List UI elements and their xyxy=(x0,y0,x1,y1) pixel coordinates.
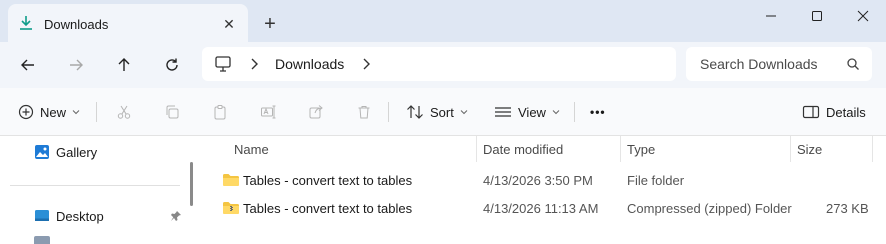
desktop-icon xyxy=(35,210,49,221)
view-list-icon xyxy=(495,107,511,117)
back-button[interactable] xyxy=(15,52,41,78)
arrow-right-icon xyxy=(70,59,83,71)
new-label: New xyxy=(40,104,67,120)
file-name: Tables - convert text to tables xyxy=(243,201,413,216)
file-type: File folder xyxy=(627,173,685,188)
arrow-left-icon xyxy=(21,59,34,71)
tab-close-button[interactable]: ✕ xyxy=(218,13,240,35)
zip-folder-icon xyxy=(222,200,240,219)
share-icon xyxy=(309,105,323,119)
new-button[interactable]: New xyxy=(18,100,80,124)
scissors-icon xyxy=(117,105,131,119)
cut-button[interactable] xyxy=(116,100,132,124)
search-icon[interactable] xyxy=(846,57,860,74)
divider xyxy=(388,102,389,122)
column-separator[interactable] xyxy=(620,136,621,162)
sidebar-item-partial-icon xyxy=(34,236,50,244)
view-button[interactable]: View xyxy=(494,100,560,124)
tab-downloads[interactable]: Downloads ✕ xyxy=(8,4,248,42)
trash-icon xyxy=(358,106,370,119)
command-bar: New Sort View ••• Details xyxy=(0,88,886,136)
refresh-icon xyxy=(166,58,178,71)
file-date: 4/13/2026 11:13 AM xyxy=(483,201,599,216)
table-row[interactable]: Tables - convert text to tables 4/13/202… xyxy=(202,196,886,222)
close-icon xyxy=(857,10,869,22)
gallery-icon xyxy=(35,145,49,159)
refresh-button[interactable] xyxy=(159,52,185,78)
copy-icon xyxy=(166,105,179,119)
folder-icon xyxy=(222,172,240,191)
delete-button[interactable] xyxy=(356,100,372,124)
sidebar-divider xyxy=(10,185,180,186)
table-row[interactable]: Tables - convert text to tables 4/13/202… xyxy=(202,168,886,194)
breadcrumb-downloads[interactable]: Downloads xyxy=(275,56,344,72)
title-bar: Downloads ✕ + xyxy=(0,0,886,42)
column-separator[interactable] xyxy=(476,136,477,162)
column-header-type[interactable]: Type xyxy=(627,142,655,157)
this-pc-icon[interactable] xyxy=(214,55,232,76)
share-button[interactable] xyxy=(308,100,324,124)
up-button[interactable] xyxy=(111,52,137,78)
plus-circle-icon xyxy=(18,104,34,120)
rename-button[interactable] xyxy=(260,100,276,124)
clipboard-icon xyxy=(214,105,226,120)
close-window-button[interactable] xyxy=(840,0,886,32)
file-list: Name Date modified Type Size Tables - co… xyxy=(202,136,886,244)
sort-button[interactable]: Sort xyxy=(406,100,468,124)
pin-icon xyxy=(170,210,182,225)
chevron-right-icon[interactable] xyxy=(248,56,260,75)
column-header-date[interactable]: Date modified xyxy=(483,142,563,157)
file-name: Tables - convert text to tables xyxy=(243,173,413,188)
column-separator[interactable] xyxy=(790,136,791,162)
file-date: 4/13/2026 3:50 PM xyxy=(483,173,593,188)
arrow-up-icon xyxy=(118,58,130,71)
view-label: View xyxy=(518,104,546,120)
forward-button[interactable] xyxy=(63,52,89,78)
minimize-icon xyxy=(766,15,776,17)
file-type: Compressed (zipped) Folder xyxy=(627,201,792,216)
minimize-button[interactable] xyxy=(748,0,794,32)
column-header-size[interactable]: Size xyxy=(797,142,822,157)
chevron-down-icon xyxy=(72,110,80,115)
search-box[interactable] xyxy=(686,47,872,81)
sidebar-item-gallery[interactable]: Gallery xyxy=(34,142,97,162)
chevron-right-icon[interactable] xyxy=(360,56,372,75)
content-area: Gallery Desktop Name Date modified Type … xyxy=(0,136,886,244)
copy-button[interactable] xyxy=(164,100,180,124)
chevron-down-icon xyxy=(460,110,468,115)
sort-label: Sort xyxy=(430,104,454,120)
column-separator[interactable] xyxy=(872,136,873,162)
divider xyxy=(96,102,97,122)
more-options-button[interactable]: ••• xyxy=(590,100,606,124)
tab-title: Downloads xyxy=(44,17,109,32)
new-tab-button[interactable]: + xyxy=(258,12,282,36)
navigation-pane: Gallery Desktop xyxy=(0,136,200,244)
navigation-bar: Downloads xyxy=(0,42,886,88)
sidebar-item-desktop[interactable]: Desktop xyxy=(34,206,104,226)
details-pane-icon xyxy=(802,105,820,119)
paste-button[interactable] xyxy=(212,100,228,124)
sidebar-item-label: Desktop xyxy=(56,208,104,224)
search-input[interactable] xyxy=(686,47,836,81)
maximize-icon xyxy=(812,11,822,21)
divider xyxy=(574,102,575,122)
chevron-down-icon xyxy=(552,110,560,115)
details-label: Details xyxy=(826,104,866,120)
column-header-name[interactable]: Name xyxy=(234,142,269,157)
rename-icon xyxy=(261,105,276,119)
sidebar-scrollbar[interactable] xyxy=(190,162,193,206)
download-icon xyxy=(18,15,34,31)
details-pane-button[interactable]: Details xyxy=(802,100,866,124)
address-bar[interactable]: Downloads xyxy=(202,47,676,81)
maximize-button[interactable] xyxy=(794,0,840,32)
sidebar-item-label: Gallery xyxy=(56,144,98,160)
file-size: 273 KB xyxy=(826,201,869,216)
sort-icon xyxy=(407,105,423,119)
